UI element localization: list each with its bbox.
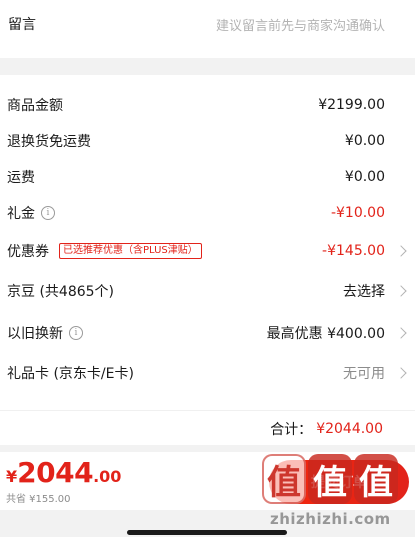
note-card: 留言 建议留言前先与商家沟通确认	[0, 0, 415, 58]
gift-card-value: 无可用	[343, 366, 385, 382]
return-shipping-label: 退换货免运费	[7, 134, 91, 150]
coupon-value: -¥145.00	[322, 243, 385, 259]
note-input[interactable]: 建议留言前先与商家沟通确认	[216, 15, 385, 34]
jingdou-row[interactable]: 京豆 (共4865个) 去选择	[0, 273, 415, 309]
gift-money-row: 礼金 i -¥10.00	[0, 195, 415, 231]
price-currency: ¥	[6, 467, 18, 486]
jingdou-value: 去选择	[343, 284, 385, 300]
price-decimal: .00	[93, 467, 122, 486]
goods-amount-value: ¥2199.00	[318, 97, 385, 113]
shipping-row: 运费 ¥0.00	[0, 159, 415, 195]
coupon-row[interactable]: 优惠券 已选推荐优惠（含PLUS津贴） -¥145.00	[0, 233, 415, 269]
chevron-right-icon	[395, 245, 407, 257]
shipping-label: 运费	[7, 170, 35, 186]
gift-card-row[interactable]: 礼品卡 (京东卡/E卡) 无可用	[0, 355, 415, 391]
chevron-right-icon	[395, 285, 407, 297]
chevron-right-icon	[395, 327, 407, 339]
trade-in-label: 以旧换新	[7, 326, 63, 342]
trade-in-row[interactable]: 以旧换新 i 最高优惠 ¥400.00	[0, 315, 415, 351]
note-row[interactable]: 留言 建议留言前先与商家沟通确认	[0, 0, 415, 48]
order-summary-card: 商品金额 ¥2199.00 退换货免运费 ¥0.00 运费 ¥0.00 礼金 i…	[0, 75, 415, 445]
gift-money-label: 礼金	[7, 206, 35, 222]
shipping-value: ¥0.00	[344, 169, 385, 185]
return-shipping-value: ¥0.00	[344, 133, 385, 149]
goods-amount-row: 商品金额 ¥2199.00	[0, 87, 415, 123]
goods-amount-label: 商品金额	[7, 98, 63, 114]
info-circle-icon[interactable]: i	[41, 206, 55, 220]
return-shipping-row: 退换货免运费 ¥0.00	[0, 123, 415, 159]
submit-order-button[interactable]: 提交订单	[269, 460, 409, 504]
saved-amount: 共省 ¥155.00	[6, 494, 71, 505]
home-indicator[interactable]	[127, 530, 287, 535]
gift-card-label: 礼品卡 (京东卡/E卡)	[7, 366, 134, 382]
final-price: ¥ 2044 .00	[6, 456, 121, 489]
total-line: 合计： ¥2044.00	[0, 410, 415, 446]
jingdou-label: 京豆 (共4865个)	[7, 284, 115, 300]
total-amount: ¥2044.00	[316, 420, 383, 437]
watermark-text: zhizhizhi.com	[270, 510, 391, 528]
note-label: 留言	[8, 17, 36, 33]
coupon-tag: 已选推荐优惠（含PLUS津贴）	[59, 243, 202, 259]
bottom-bar: ¥ 2044 .00 共省 ¥155.00 提交订单	[0, 452, 415, 510]
coupon-label: 优惠券	[7, 244, 49, 260]
chevron-right-icon	[395, 367, 407, 379]
price-integer: 2044	[17, 456, 94, 489]
info-circle-icon[interactable]: i	[69, 326, 83, 340]
trade-in-value: 最高优惠 ¥400.00	[266, 326, 385, 342]
total-label: 合计：	[270, 421, 313, 438]
gift-money-value: -¥10.00	[330, 205, 385, 221]
